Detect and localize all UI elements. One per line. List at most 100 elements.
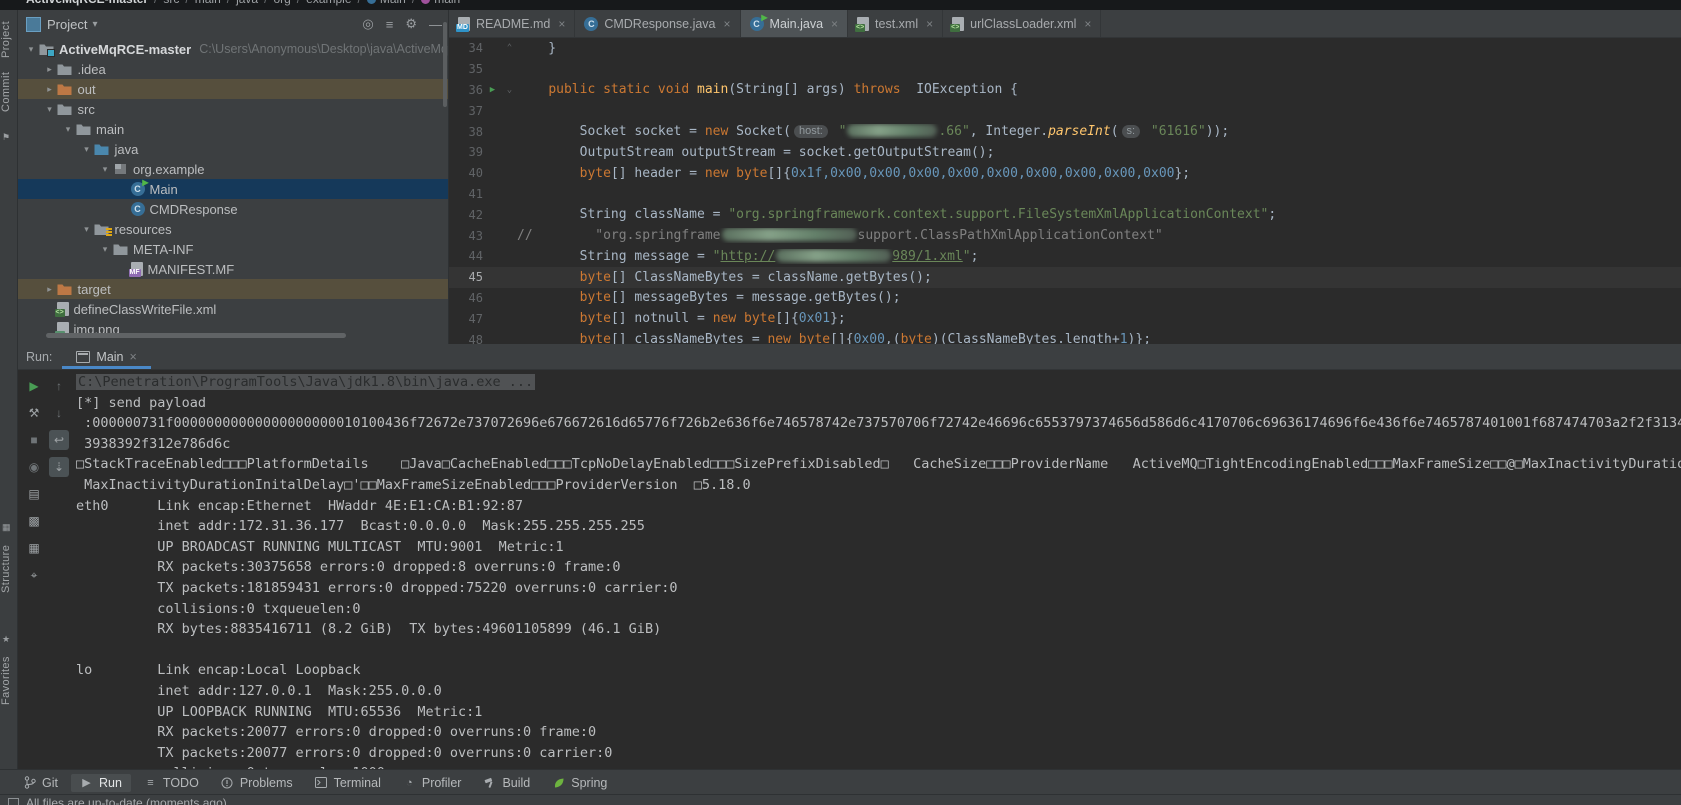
breadcrumb-item[interactable]: main xyxy=(421,0,460,6)
close-icon[interactable]: × xyxy=(558,17,565,31)
toolwindow-button-build[interactable]: Build xyxy=(474,774,539,792)
project-panel-title[interactable]: Project xyxy=(47,17,87,32)
code-segment: ; xyxy=(971,249,979,264)
editor-tab-cmdresponse-java[interactable]: CCMDResponse.java× xyxy=(575,10,740,37)
line-number: 47 xyxy=(449,312,483,326)
tree-item-defineclasswritefile-xml[interactable]: <>defineClassWriteFile.xml xyxy=(18,299,448,319)
stripe-structure-label[interactable]: Structure xyxy=(0,538,17,600)
code-segment: []{ xyxy=(775,311,798,326)
code-segment: Socket( xyxy=(728,124,791,139)
down-stack-icon[interactable]: ↓ xyxy=(49,403,69,423)
code-editor[interactable]: 34⌃ }3536▶⌄ public static void main(Stri… xyxy=(449,38,1681,350)
breadcrumb-item[interactable]: Main xyxy=(367,0,406,6)
layout-icon[interactable]: ▦ xyxy=(24,538,44,558)
tree-item-resources[interactable]: ▾resources xyxy=(18,219,448,239)
twisty-open-icon[interactable]: ▾ xyxy=(80,144,94,155)
tree-item-java[interactable]: ▾java xyxy=(18,139,448,159)
toolwindow-button-run[interactable]: ▶Run xyxy=(71,774,131,792)
breadcrumb[interactable]: ActiveMqRCE-master/src/main/java/org/exa… xyxy=(26,0,460,6)
toolwindow-button-terminal[interactable]: Terminal xyxy=(306,774,390,792)
print-icon[interactable]: ▤ xyxy=(24,484,44,504)
tree-item-out[interactable]: ▸out xyxy=(18,79,448,99)
locate-icon[interactable]: ◎ xyxy=(362,16,373,32)
chevron-down-icon[interactable]: ▾ xyxy=(92,19,97,30)
tree-item-cmdresponse[interactable]: CCMDResponse xyxy=(18,199,448,219)
toolwindow-button-profiler[interactable]: ◔Profiler xyxy=(394,774,471,792)
breadcrumb-item[interactable]: ActiveMqRCE-master xyxy=(26,0,148,6)
line-number: 40 xyxy=(449,166,483,180)
breadcrumb-item[interactable]: main xyxy=(195,0,221,6)
close-icon[interactable]: × xyxy=(831,17,838,31)
structure-icon[interactable]: ▦ xyxy=(2,522,11,533)
toolwindow-button-label: Run xyxy=(99,776,122,790)
hide-panel-icon[interactable]: — xyxy=(429,17,442,32)
parameter-hint: host: xyxy=(794,125,828,138)
run-tab-main[interactable]: Main × xyxy=(62,344,150,369)
close-icon[interactable]: × xyxy=(724,17,731,31)
toolwindow-button-todo[interactable]: ≡TODO xyxy=(135,774,208,792)
scroll-end-icon[interactable]: ⇣ xyxy=(49,457,69,477)
console-line: [*] send payload xyxy=(76,393,1681,414)
up-stack-icon[interactable]: ↑ xyxy=(49,376,69,396)
tree-vertical-scrollbar[interactable] xyxy=(443,22,447,107)
stripe-favorites-label[interactable]: Favorites xyxy=(0,650,17,712)
tree-item-meta-inf[interactable]: ▾META-INF xyxy=(18,239,448,259)
editor-tab-test-xml[interactable]: <>test.xml× xyxy=(848,10,943,37)
stripe-project-label[interactable]: Project xyxy=(0,18,17,60)
tree-item-org-example[interactable]: ▾org.example xyxy=(18,159,448,179)
twisty-closed-icon[interactable]: ▸ xyxy=(43,84,57,95)
fold-marker-icon[interactable]: ⌄ xyxy=(502,85,517,95)
twisty-open-icon[interactable]: ▾ xyxy=(80,224,94,235)
tree-item-manifest-mf[interactable]: MFMANIFEST.MF xyxy=(18,259,448,279)
tree-item-label: ActiveMqRCE-master xyxy=(59,42,191,57)
toolwindow-button-problems[interactable]: Problems xyxy=(212,774,302,792)
breadcrumb-item[interactable]: org xyxy=(273,0,290,6)
editor-tab-readme-md[interactable]: MDREADME.md× xyxy=(449,10,575,37)
close-icon[interactable]: × xyxy=(926,17,933,31)
thread-dump-icon[interactable]: ◉ xyxy=(24,457,44,477)
tree-item-main[interactable]: ▾main xyxy=(18,119,448,139)
stripe-commit-label[interactable]: Commit xyxy=(0,66,17,118)
tree-horizontal-scrollbar[interactable] xyxy=(46,333,346,338)
code-segment: IOException { xyxy=(901,82,1018,97)
tree-item-target[interactable]: ▸target xyxy=(18,279,448,299)
settings-icon[interactable]: ⚙ xyxy=(405,16,417,32)
editor-tab-main-java[interactable]: C▶Main.java× xyxy=(741,10,849,37)
twisty-open-icon[interactable]: ▾ xyxy=(24,44,38,55)
breadcrumb-item[interactable]: example xyxy=(306,0,351,6)
twisty-open-icon[interactable]: ▾ xyxy=(61,124,75,135)
fold-marker-icon[interactable]: ⌃ xyxy=(502,43,517,53)
stop-icon[interactable]: ■ xyxy=(24,430,44,450)
code-segment: "org.springframework.context.support.Fil… xyxy=(728,207,1268,222)
run-line-icon[interactable]: ▶ xyxy=(483,85,502,95)
toolwindow-button-spring[interactable]: Spring xyxy=(543,774,616,792)
tree-item-main[interactable]: C▶Main xyxy=(18,179,448,199)
soft-wrap-icon[interactable]: ↩ xyxy=(49,430,69,450)
build-settings-icon[interactable]: ⚒ xyxy=(24,403,44,423)
close-icon[interactable]: × xyxy=(1084,17,1091,31)
rerun-icon[interactable]: ▶ xyxy=(24,376,44,396)
clear-icon[interactable]: ▩ xyxy=(24,511,44,531)
md-icon: MD xyxy=(458,17,470,31)
tree-item-activemqrce-master[interactable]: ▾ActiveMqRCE-masterC:\Users\Anonymous\De… xyxy=(18,39,448,59)
left-tool-window-stripe: Project Commit ⚑ ▦ Structure ★ Favorites xyxy=(0,10,18,805)
twisty-closed-icon[interactable]: ▸ xyxy=(43,64,57,75)
run-tab-label: Main xyxy=(96,350,123,364)
breadcrumb-item[interactable]: java xyxy=(236,0,258,6)
editor-tab-urlclassloader-xml[interactable]: <>urlClassLoader.xml× xyxy=(943,10,1101,37)
collapse-all-icon[interactable]: ≡ xyxy=(386,17,394,32)
twisty-open-icon[interactable]: ▾ xyxy=(43,104,57,115)
twisty-open-icon[interactable]: ▾ xyxy=(98,164,112,175)
favorites-star-icon[interactable]: ★ xyxy=(2,634,10,645)
code-line-37: 37 xyxy=(449,100,1681,121)
pin-icon[interactable]: ⌖ xyxy=(24,565,44,585)
close-icon[interactable]: × xyxy=(130,350,137,364)
tree-item-src[interactable]: ▾src xyxy=(18,99,448,119)
toolwindow-button-git[interactable]: Git xyxy=(14,774,67,792)
tree-item-label: CMDResponse xyxy=(150,202,238,217)
twisty-closed-icon[interactable]: ▸ xyxy=(43,284,57,295)
breadcrumb-item[interactable]: src xyxy=(163,0,179,6)
twisty-open-icon[interactable]: ▾ xyxy=(98,244,112,255)
tree-item--idea[interactable]: ▸.idea xyxy=(18,59,448,79)
bookmark-icon[interactable]: ⚑ xyxy=(2,132,10,143)
